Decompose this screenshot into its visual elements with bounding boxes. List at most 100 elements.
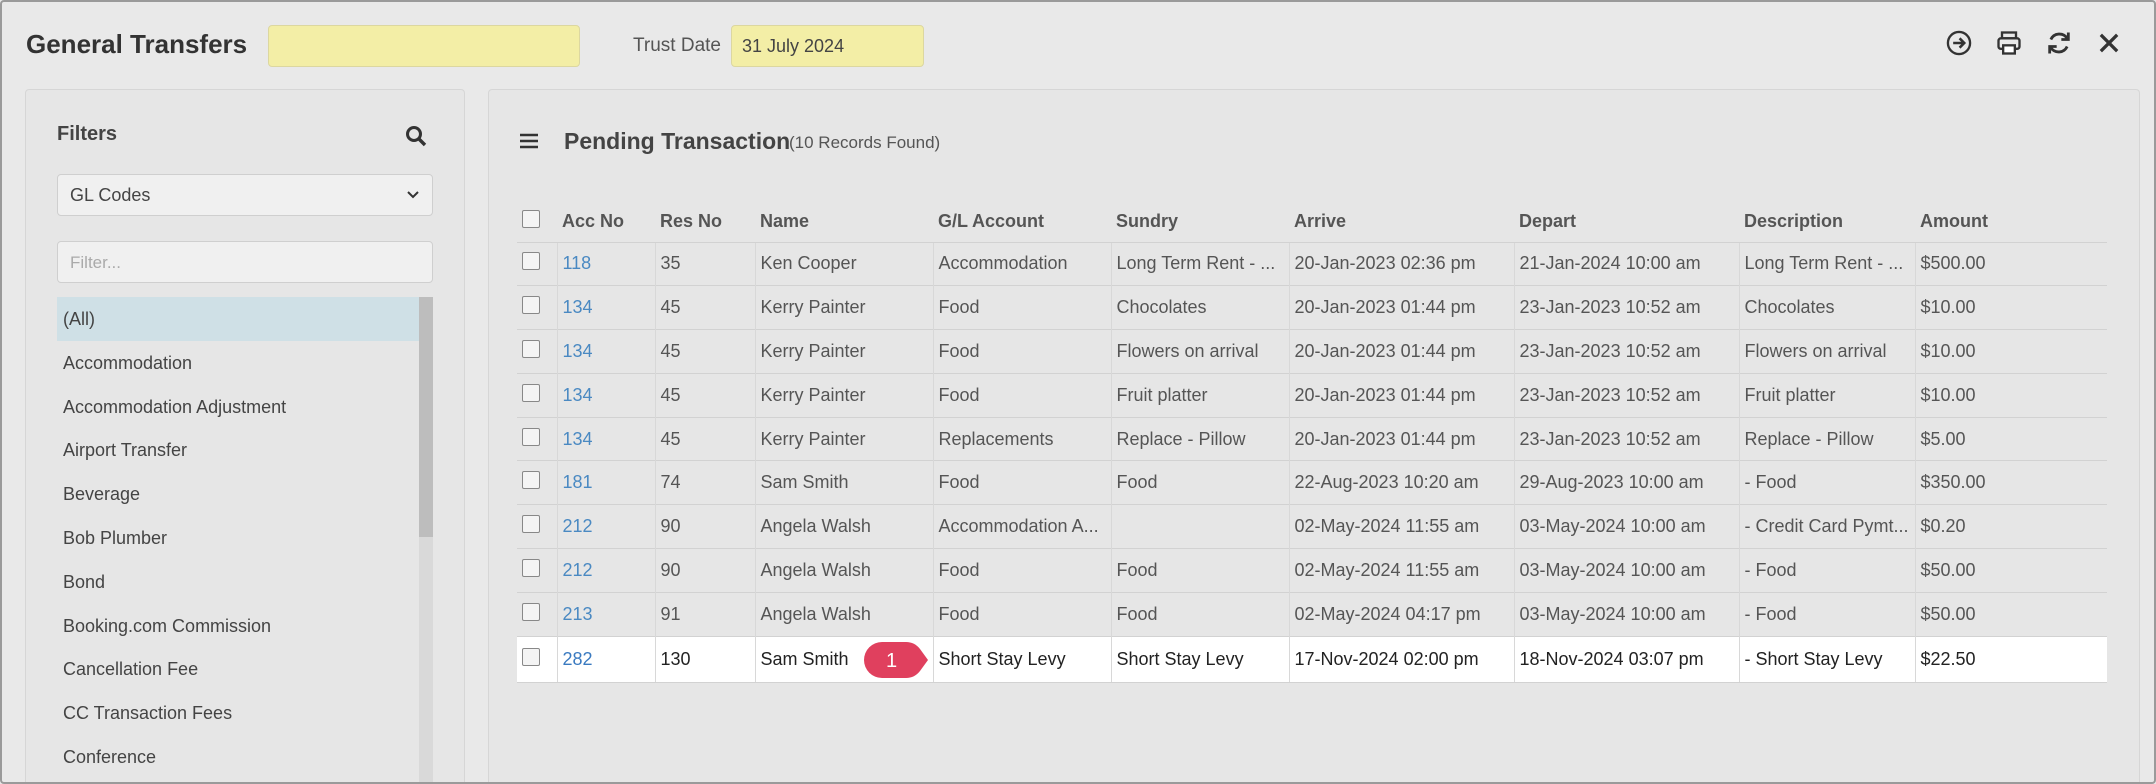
table-row[interactable]: 134 45 Kerry Painter Replacements Replace - … (517, 416, 2107, 461)
amount-cell: $0.20 (1914, 504, 2107, 549)
header: General Transfers Trust Date 31 July 202… (2, 2, 2154, 88)
row-checkbox[interactable] (522, 602, 540, 621)
arrive-cell: 20-Jan-2023 01:44 pm (1288, 285, 1514, 330)
col-gl-account[interactable]: G/L Account (933, 202, 1111, 242)
callout-number: 1 (886, 650, 897, 672)
export-icon[interactable] (1944, 28, 1974, 58)
gl-item[interactable]: CC Transaction Fees (57, 691, 433, 735)
gl-codes-select[interactable]: GL Codes (57, 174, 433, 216)
row-checkbox[interactable] (522, 515, 540, 534)
table-row[interactable]: 134 45 Kerry Painter Food Chocolates 20-Jan-2… (517, 285, 2107, 330)
table-row[interactable]: 212 90 Angela Walsh Accommodation A... 02-Ma… (517, 504, 2107, 549)
table-row[interactable]: 212 90 Angela Walsh Food Food 02-May-2024 11:… (517, 548, 2107, 593)
account-link[interactable]: 134 (563, 385, 593, 405)
arrive-cell: 02-May-2024 11:55 am (1288, 548, 1514, 593)
scrollbar[interactable] (419, 297, 433, 782)
res-no-cell: 45 (654, 416, 755, 461)
account-link[interactable]: 118 (563, 253, 592, 273)
col-depart[interactable]: Depart (1514, 202, 1739, 242)
account-link[interactable]: 213 (563, 604, 593, 624)
menu-icon[interactable] (519, 132, 539, 150)
table-header-row: Acc No Res No Name G/L Account Sundry Ar… (517, 202, 2107, 242)
gl-item[interactable]: Cancellation Fee (57, 647, 433, 691)
row-checkbox-cell (517, 635, 557, 683)
sundry-cell: Food (1110, 460, 1289, 505)
gl-account-cell: Replacements (932, 416, 1111, 461)
sundry-cell: Fruit platter (1110, 372, 1289, 418)
name-cell: Angela Walsh (754, 504, 933, 549)
depart-cell: 23-Jan-2023 10:52 am (1513, 285, 1739, 330)
account-link[interactable]: 134 (563, 297, 593, 317)
name-cell: Kerry Painter (754, 285, 933, 330)
description-cell: - Short Stay Levy (1738, 635, 1915, 683)
gl-item-all[interactable]: (All) (57, 297, 433, 341)
page-title: General Transfers (26, 29, 248, 59)
depart-cell: 03-May-2024 10:00 am (1513, 548, 1739, 593)
description-cell: Long Term Rent - ... (1738, 241, 1915, 286)
amount-cell: $50.00 (1914, 591, 2107, 637)
select-all-checkbox[interactable] (522, 210, 540, 229)
col-res-no[interactable]: Res No (655, 202, 755, 242)
acc-no-cell: 181 (556, 460, 655, 505)
res-no-cell: 91 (654, 591, 755, 637)
arrive-cell: 20-Jan-2023 01:44 pm (1288, 416, 1514, 461)
arrive-cell: 20-Jan-2023 02:36 pm (1288, 241, 1514, 286)
account-link[interactable]: 212 (563, 560, 593, 580)
col-amount[interactable]: Amount (1915, 202, 2107, 242)
sundry-cell: Replace - Pillow (1110, 416, 1289, 461)
gl-item[interactable]: Airport Transfer (57, 428, 433, 472)
account-link[interactable]: 134 (563, 429, 593, 449)
row-checkbox-cell (517, 416, 557, 461)
row-checkbox[interactable] (522, 647, 540, 666)
acc-no-cell: 212 (556, 548, 655, 593)
filter-input[interactable]: Filter... (57, 241, 433, 283)
account-link[interactable]: 282 (563, 649, 593, 669)
gl-item[interactable]: Accommodation Adjustment (57, 385, 433, 429)
res-no-cell: 35 (654, 241, 755, 286)
trust-date-input[interactable]: 31 July 2024 (731, 25, 924, 67)
gl-code-list: (All) Accommodation Accommodation Adjust… (57, 297, 433, 782)
search-input[interactable] (268, 25, 580, 67)
gl-item[interactable]: Beverage (57, 472, 433, 516)
account-link[interactable]: 181 (563, 472, 593, 492)
col-arrive[interactable]: Arrive (1289, 202, 1514, 242)
row-checkbox[interactable] (522, 558, 540, 577)
col-acc-no[interactable]: Acc No (557, 202, 655, 242)
row-checkbox[interactable] (522, 383, 540, 402)
name-cell: Kerry Painter (754, 372, 933, 418)
transactions-table: Acc No Res No Name G/L Account Sundry Ar… (517, 202, 2107, 683)
gl-item[interactable]: Booking.com Commission (57, 604, 433, 648)
table-row[interactable]: 282 130 Sam Smith Short Stay Levy 1 Short Sta… (517, 635, 2107, 683)
close-icon[interactable] (2094, 28, 2124, 58)
refresh-icon[interactable] (2044, 28, 2074, 58)
account-link[interactable]: 212 (563, 516, 593, 536)
trust-date-label: Trust Date (633, 35, 721, 56)
row-checkbox[interactable] (522, 471, 540, 490)
filters-panel: Filters GL Codes Filter... (All) Accommo… (25, 89, 465, 782)
gl-item[interactable]: Accommodation (57, 341, 433, 385)
gl-item[interactable]: Bond (57, 560, 433, 604)
gl-item[interactable]: Bob Plumber (57, 516, 433, 560)
search-icon[interactable] (404, 124, 428, 148)
table-row[interactable]: 134 45 Kerry Painter Food Flowers on arrival… (517, 329, 2107, 374)
account-link[interactable]: 134 (563, 341, 593, 361)
row-checkbox[interactable] (522, 252, 540, 271)
table-row[interactable]: 134 45 Kerry Painter Food Fruit platter 20-Ja… (517, 372, 2107, 418)
print-icon[interactable] (1994, 28, 2024, 58)
table-row[interactable]: 181 74 Sam Smith Food Food 22-Aug-2023 10:20 … (517, 460, 2107, 505)
col-name[interactable]: Name (755, 202, 933, 242)
panel-title: Pending Transaction (564, 128, 791, 154)
depart-cell: 23-Jan-2023 10:52 am (1513, 372, 1739, 418)
table-row[interactable]: 118 35 Ken Cooper Accommodation Long Term Re… (517, 241, 2107, 286)
row-checkbox[interactable] (522, 339, 540, 358)
description-cell: Flowers on arrival (1738, 329, 1915, 374)
row-checkbox[interactable] (522, 427, 540, 446)
scrollbar-thumb[interactable] (419, 297, 433, 537)
col-sundry[interactable]: Sundry (1111, 202, 1289, 242)
gl-item[interactable]: Conference (57, 735, 433, 779)
gl-account-cell: Accommodation A... (932, 504, 1111, 549)
row-checkbox[interactable] (522, 296, 540, 315)
amount-cell: $22.50 (1914, 635, 2107, 683)
col-description[interactable]: Description (1739, 202, 1915, 242)
table-row[interactable]: 213 91 Angela Walsh Food Food 02-May-2024 04:… (517, 591, 2107, 637)
